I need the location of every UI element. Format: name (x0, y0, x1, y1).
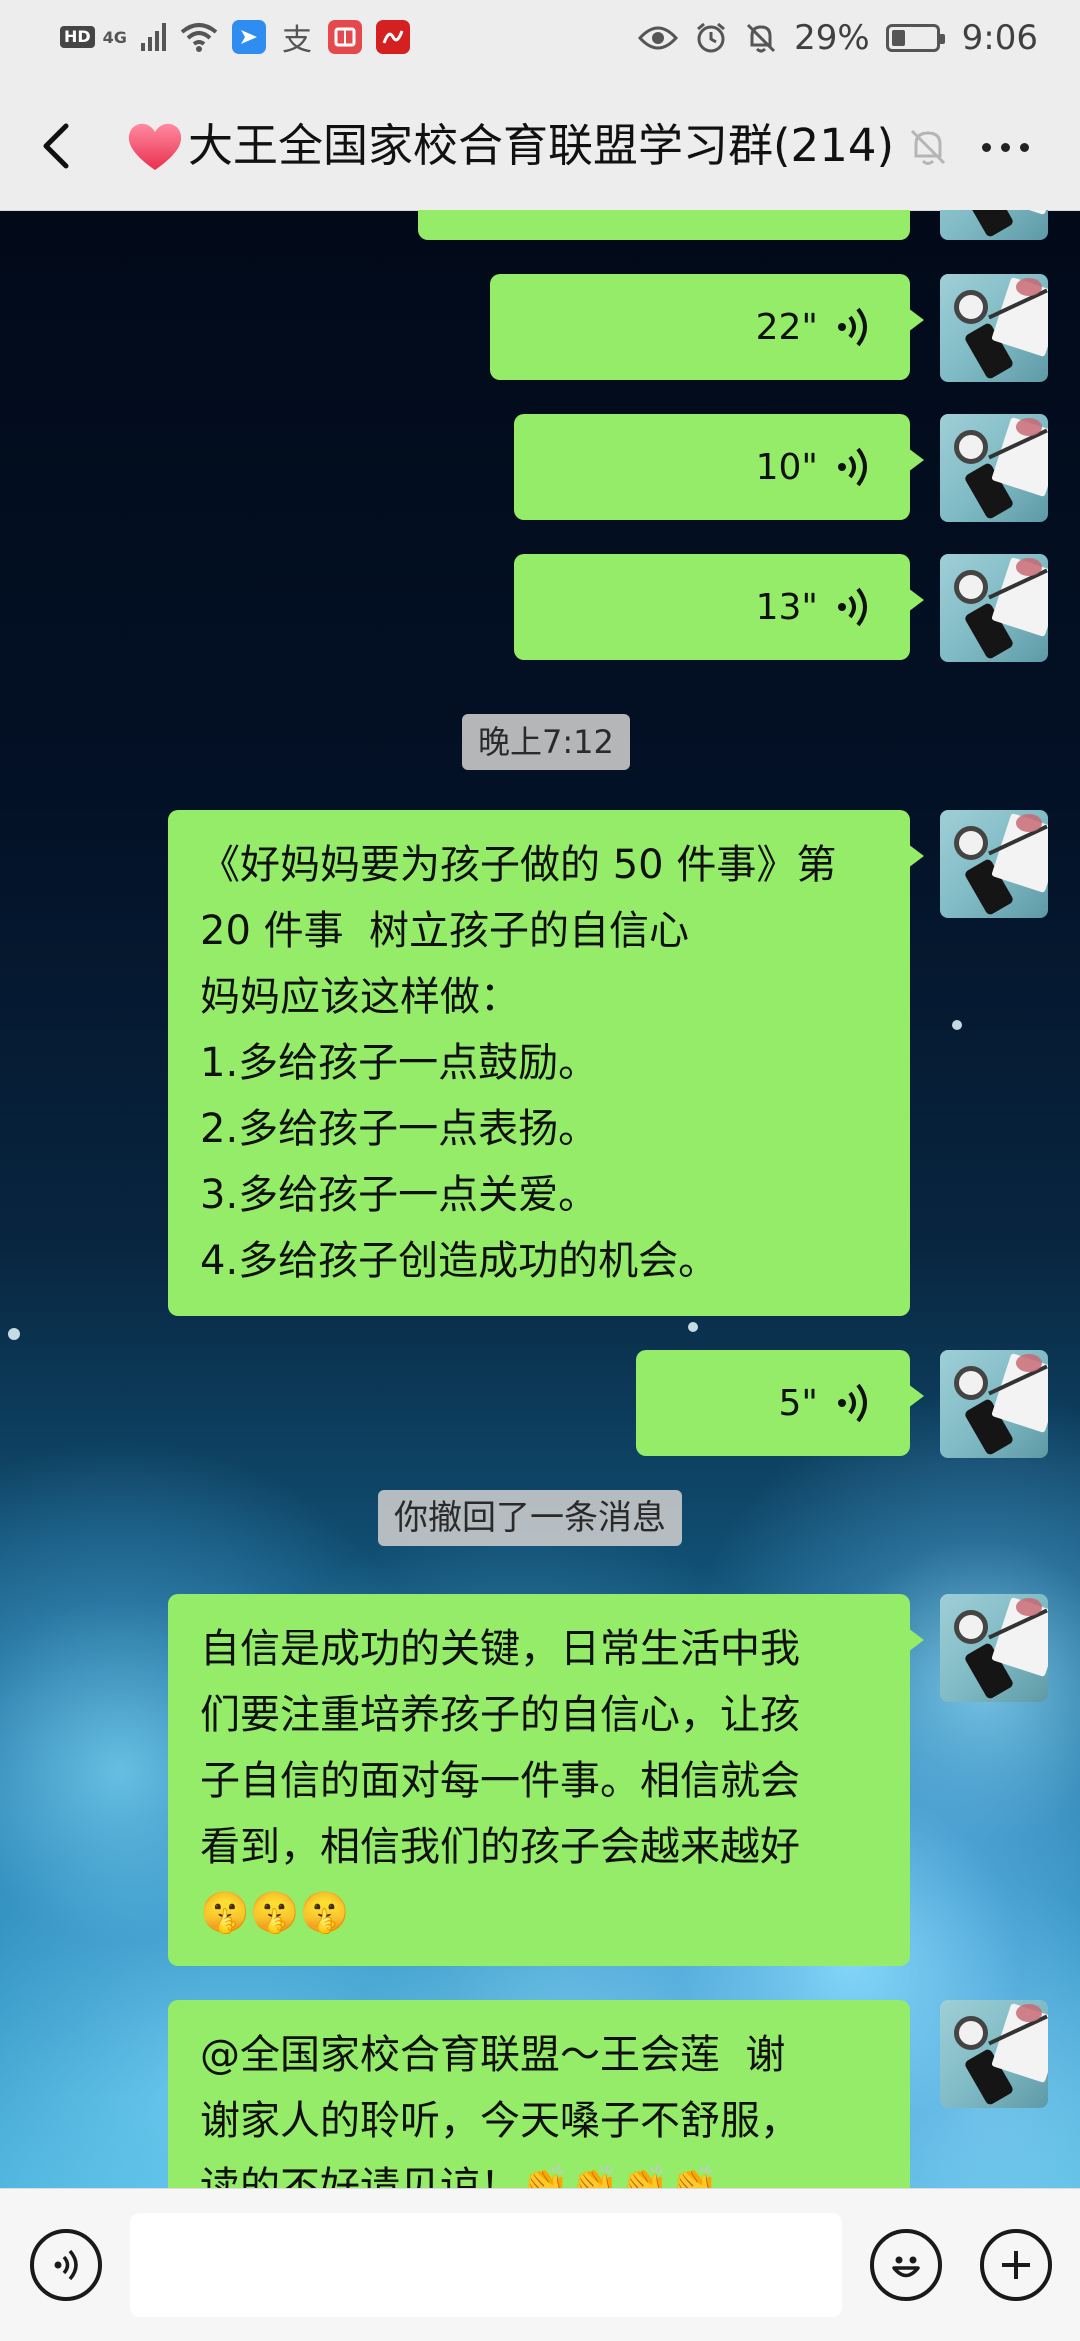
smiley-icon (892, 2256, 920, 2278)
back-button[interactable] (30, 114, 90, 178)
voice-wave-icon (838, 587, 867, 627)
avatar[interactable] (940, 274, 1048, 382)
silent-bell-icon (747, 23, 776, 53)
voice-duration: 22" (755, 306, 818, 348)
alipay-icon: 支 (281, 23, 312, 58)
avatar[interactable] (940, 414, 1048, 522)
voice-message[interactable]: 13" (514, 554, 924, 660)
wifi-icon (180, 23, 218, 52)
voice-wave-icon (838, 1383, 867, 1423)
voice-input-icon (54, 2249, 78, 2281)
voice-message[interactable]: 5" (636, 1350, 924, 1456)
network-type: 4G (102, 27, 127, 47)
clock: 9:06 (961, 18, 1038, 58)
more-options-button[interactable] (970, 122, 1040, 172)
heart-icon (128, 123, 182, 170)
emoji-button[interactable] (870, 2229, 942, 2301)
chat-header: 大王全国家校合育联盟学习群(214) (0, 82, 1080, 211)
background-speck (8, 1328, 20, 1340)
chat-title: 大王全国家校合育联盟学习群(214) (126, 112, 906, 180)
voice-wave-icon (838, 447, 867, 487)
voice-duration: 13" (755, 586, 818, 628)
voice-duration: 5" (778, 1382, 818, 1424)
more-functions-button[interactable] (980, 2229, 1052, 2301)
voice-duration: 10" (755, 446, 818, 488)
chevron-left-icon (43, 123, 69, 169)
input-bar (0, 2188, 1080, 2341)
avatar[interactable] (940, 1350, 1048, 1458)
voice-message[interactable] (418, 210, 910, 240)
reader-icon (327, 20, 362, 54)
voice-wave-icon (838, 307, 867, 347)
alarm-icon (697, 22, 726, 53)
mute-bell-icon (910, 129, 946, 165)
voice-message[interactable]: 10" (514, 414, 924, 520)
voice-input-button[interactable] (30, 2229, 102, 2301)
battery-icon (885, 24, 945, 52)
plus-icon (1002, 2251, 1030, 2279)
avatar[interactable] (940, 554, 1048, 662)
news-icon (375, 20, 410, 54)
background-speck (952, 1020, 962, 1030)
text-message[interactable]: 《好妈妈要为孩子做的 50 件事》第 20 件事 树立孩子的自信心 妈妈应该这样… (168, 810, 924, 1316)
text-message[interactable]: @全国家校合育联盟～王会莲 谢 谢家人的聆听，今天嗓子不舒服， 读的不好请见谅！… (168, 2000, 910, 2188)
avatar[interactable] (940, 2000, 1048, 2108)
avatar[interactable] (940, 1594, 1048, 1702)
voice-message[interactable]: 22" (490, 274, 924, 380)
feishu-icon (231, 20, 266, 54)
text-message[interactable]: 自信是成功的关键，日常生活中我 们要注重培养孩子的自信心，让孩 子自信的面对每一… (168, 1594, 924, 1966)
battery-percent: 29% (794, 18, 870, 58)
status-bar: HD 4G 支 29% 9:06 (0, 0, 1080, 82)
background-speck (688, 1322, 698, 1332)
chat-title-text: 大王全国家校合育联盟学习群(214) (188, 119, 895, 172)
message-input[interactable] (130, 2213, 842, 2317)
recall-notice: 你撤回了一条消息 (378, 1490, 682, 1546)
timestamp: 晚上7:12 (462, 714, 630, 770)
signal-icon (140, 23, 166, 51)
hd-icon: HD (60, 26, 95, 48)
eye-icon (638, 26, 679, 50)
avatar[interactable] (940, 810, 1048, 918)
